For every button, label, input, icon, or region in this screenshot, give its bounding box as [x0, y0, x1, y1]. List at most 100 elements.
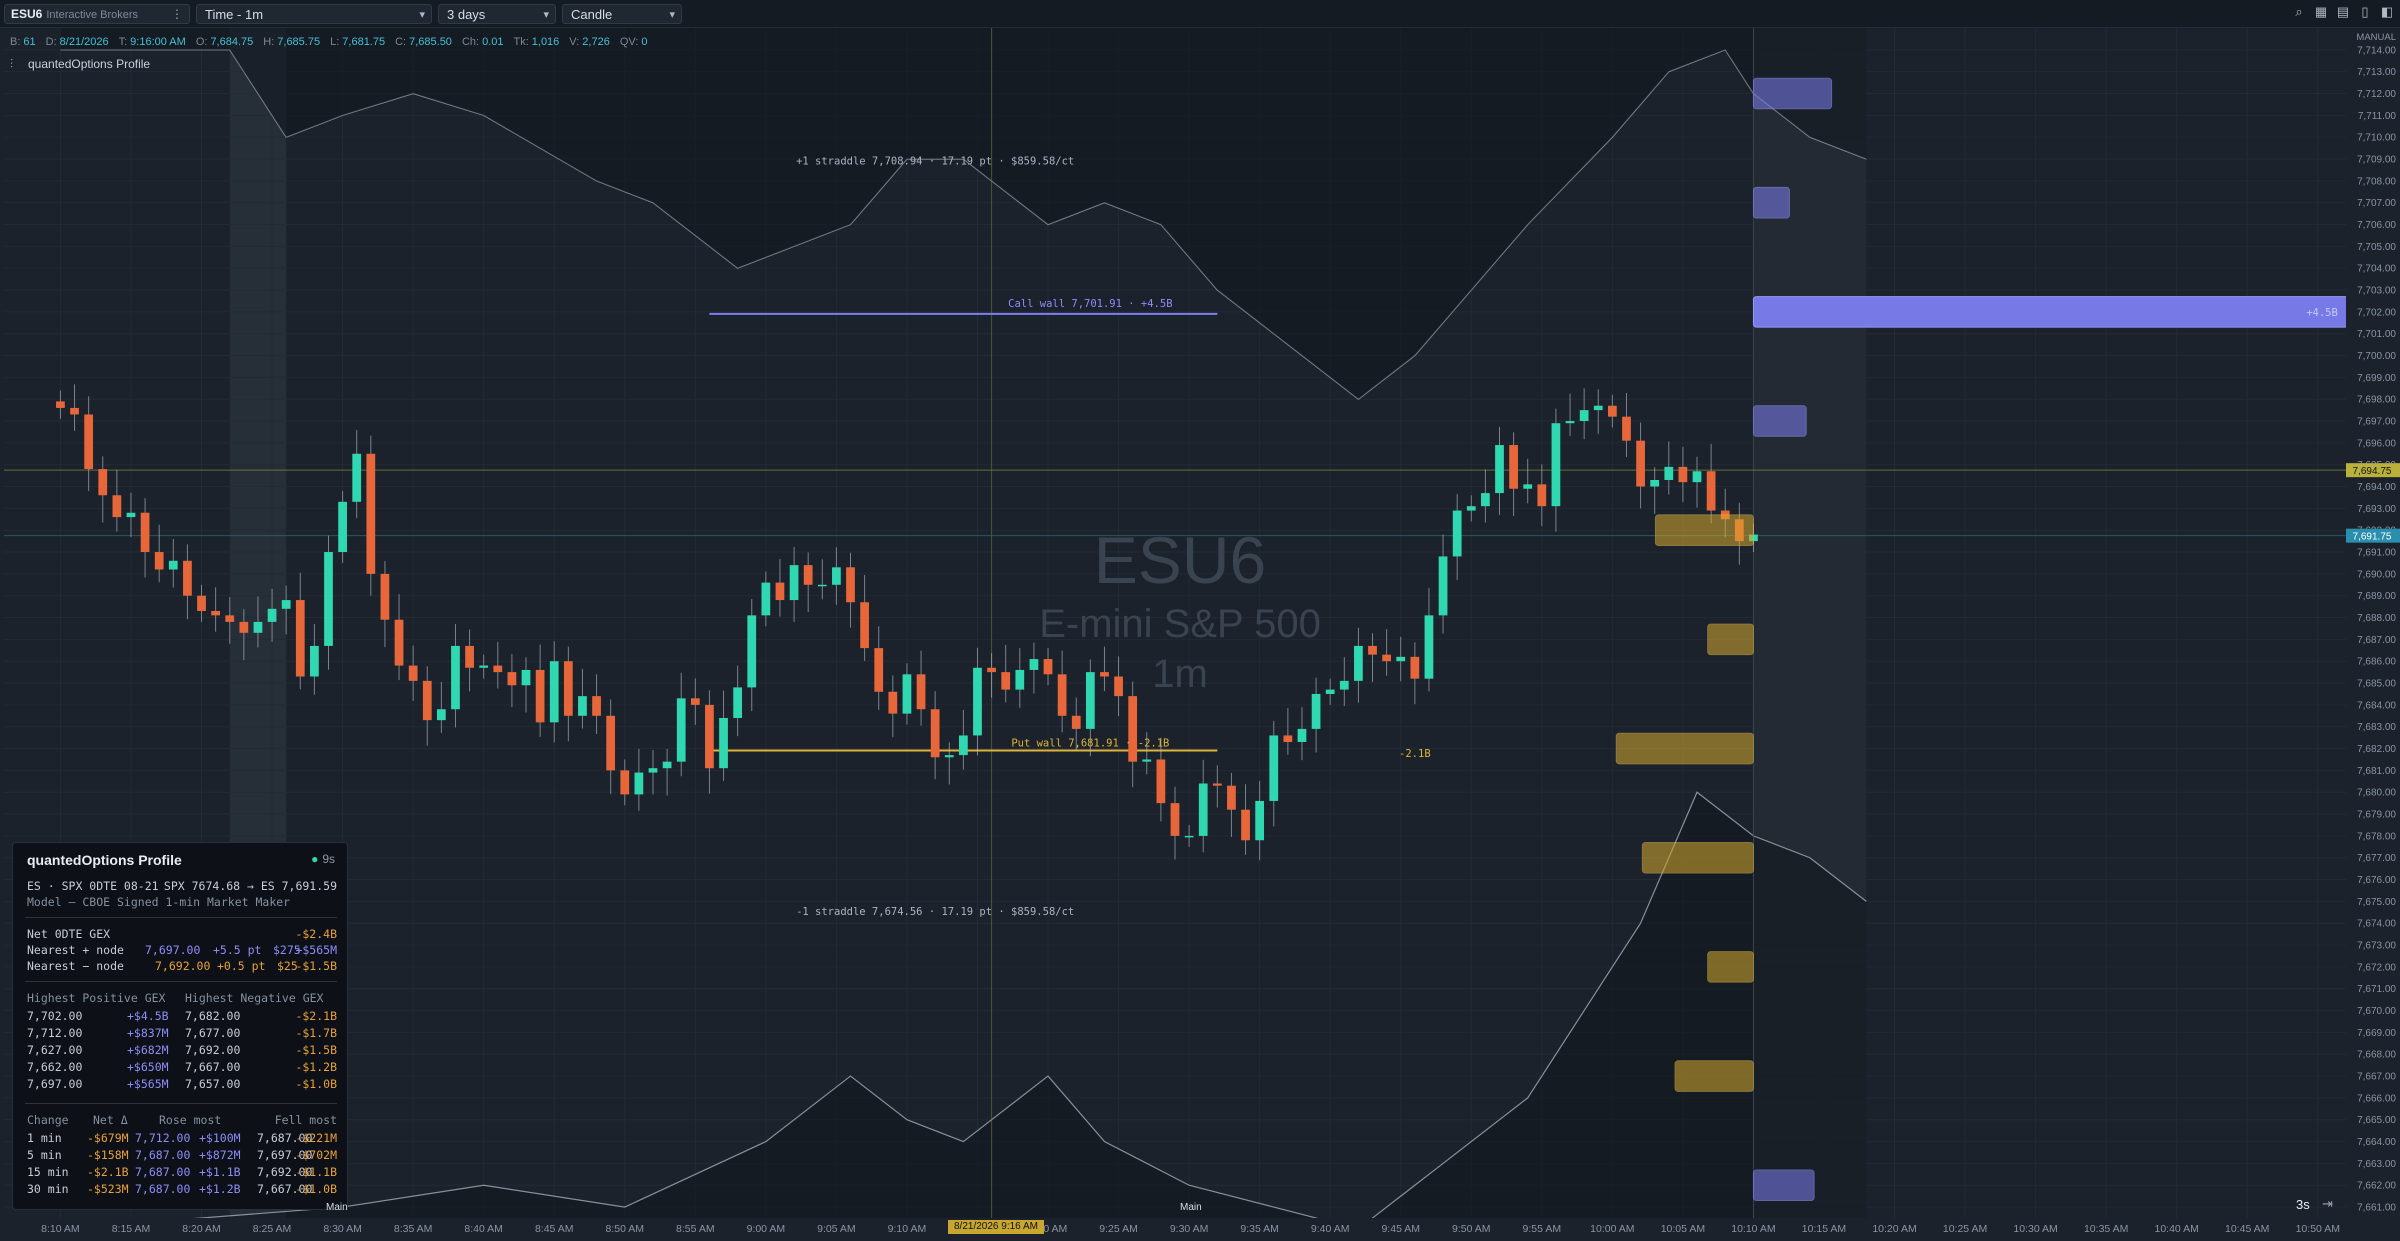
candle-body	[126, 512, 136, 518]
price-tick-label: 7,667.00	[2357, 1072, 2396, 1083]
negative-gex-bar	[1641, 841, 1754, 874]
time-tick-label: 8:40 AM	[464, 1223, 503, 1235]
candle-body	[1622, 416, 1631, 441]
time-tick-label: 8:15 AM	[112, 1223, 151, 1235]
candle-body	[98, 469, 108, 496]
candle-body	[1424, 615, 1434, 679]
time-tick-label: 10:25 AM	[1943, 1223, 1987, 1235]
candle-body	[916, 674, 926, 710]
model-label: Model — CBOE Signed 1-min Market Maker	[27, 895, 291, 909]
candle-body	[902, 674, 912, 714]
ohlc-field: C: 7,685.50	[395, 36, 452, 48]
ohlc-value: 9:16:00 AM	[130, 36, 186, 48]
price-tick-label: 7,678.00	[2357, 831, 2396, 842]
candle-body	[1311, 693, 1321, 729]
chg-time: 30 min	[27, 1182, 69, 1196]
price-tick-label: 7,664.00	[2357, 1137, 2396, 1148]
chg-rose-price: 7,687.00	[135, 1182, 191, 1196]
panel-title: quantedOptions Profile	[27, 852, 182, 868]
candle-body	[1565, 421, 1575, 424]
candle-body	[606, 715, 616, 771]
candle-body	[140, 512, 150, 553]
price-tick-label: 7,688.00	[2357, 613, 2396, 624]
candle-body	[1495, 445, 1504, 494]
candle-body	[578, 696, 587, 716]
candle-body	[1607, 405, 1617, 417]
hp-header: Highest Positive GEX	[27, 991, 166, 1005]
ohlc-field: H: 7,685.75	[263, 36, 320, 48]
candle-body	[719, 717, 728, 769]
main-tag-mid: Main	[1180, 1202, 1202, 1213]
candle-body	[1354, 645, 1363, 681]
ohlc-value: 61	[23, 36, 36, 48]
main-tag-left: Main	[326, 1202, 348, 1213]
source-label: ES · SPX 0DTE 08-21	[27, 879, 159, 893]
candle-body	[281, 600, 291, 609]
price-tick-label: 7,683.00	[2357, 722, 2396, 733]
chg-fell-value: -$1.1B	[295, 1165, 337, 1179]
candle-body	[1382, 654, 1392, 662]
ohlc-value: 7,684.75	[210, 36, 254, 48]
gex-rank-row: 7,697.00 +$565M 7,657.00 -$1.0B	[27, 1077, 337, 1093]
ohlc-field: Ch: 0.01	[462, 36, 504, 48]
nearest-positive-row: Nearest + node 7,697.00 +5.5 pt $275 +$5…	[27, 943, 337, 959]
price-tick-label: 7,684.00	[2357, 700, 2396, 711]
ohlc-key: H:	[263, 36, 275, 48]
chg-time: 5 min	[27, 1148, 62, 1162]
candle-body	[1015, 669, 1025, 690]
chg-rose-price: 7,687.00	[135, 1148, 191, 1162]
ohlc-value: 7,685.75	[277, 36, 321, 48]
ohlc-key: Ch:	[461, 36, 480, 48]
positive-gex-bar	[1752, 1169, 1815, 1202]
ohlc-field: B: 61	[10, 36, 36, 48]
ohlc-key: QV:	[619, 36, 639, 48]
candle-body	[338, 501, 347, 553]
ohlc-value: 1,016	[531, 36, 560, 48]
candle-body	[366, 453, 376, 574]
hn-value: -$1.7B	[295, 1026, 337, 1040]
candle-body	[84, 414, 94, 470]
price-tick-label: 7,672.00	[2357, 962, 2396, 973]
price-chart[interactable]: ESU6 E-mini S&P 500 1m +1 straddle 7,708.94…	[0, 0, 2400, 1241]
collapse-icon[interactable]: ⇥	[2322, 1196, 2333, 1212]
ohlc-key: O:	[195, 36, 208, 48]
candle-body	[662, 761, 672, 769]
candle-body	[832, 567, 841, 585]
status-seconds: 3s	[2296, 1197, 2310, 1212]
candle-body	[1043, 659, 1053, 675]
chart-icon: ⫶	[10, 57, 14, 71]
price-tick-label: 7,665.00	[2357, 1115, 2396, 1126]
hn-value: -$1.0B	[295, 1077, 337, 1091]
chg-net: -$158M	[87, 1148, 129, 1162]
hn-value: -$2.1B	[295, 1009, 337, 1023]
conversion-label: SPX 7674.68 → ES 7,691.59	[163, 879, 337, 893]
nearest-neg-dist: +0.5 pt	[217, 959, 266, 973]
price-tick-label: 7,685.00	[2357, 679, 2396, 690]
ohlc-value: 8/21/2026	[59, 36, 109, 48]
candle-body	[1029, 659, 1039, 670]
candle-body	[394, 619, 404, 666]
price-tick-label: 7,714.00	[2357, 45, 2396, 56]
time-tick-label: 9:50 AM	[1452, 1223, 1491, 1235]
candle-body	[324, 552, 333, 646]
price-tick-label: 7,708.00	[2357, 176, 2396, 187]
candle-body	[620, 770, 630, 795]
time-tick-label: 8:45 AM	[535, 1223, 574, 1235]
candle-body	[1593, 405, 1603, 411]
hp-value: +$682M	[127, 1043, 169, 1057]
time-tick-label: 8:55 AM	[676, 1223, 715, 1235]
candle-body	[733, 687, 743, 718]
candle-body	[1438, 556, 1448, 616]
candle-body	[1085, 672, 1095, 729]
price-tick-label: 7,668.00	[2357, 1050, 2396, 1061]
candle-body	[352, 453, 362, 502]
ohlc-field: L: 7,681.75	[330, 36, 385, 48]
live-dot-icon: ●	[311, 852, 319, 866]
ohlc-key: C:	[395, 36, 407, 48]
watermark-symbol: ESU6	[1094, 523, 1266, 597]
hn-value: -$1.5B	[295, 1043, 337, 1057]
ohlc-key: V:	[569, 36, 580, 48]
candle-body	[1452, 510, 1462, 557]
candle-body	[408, 665, 418, 681]
price-tick-label: 7,693.00	[2357, 504, 2396, 515]
